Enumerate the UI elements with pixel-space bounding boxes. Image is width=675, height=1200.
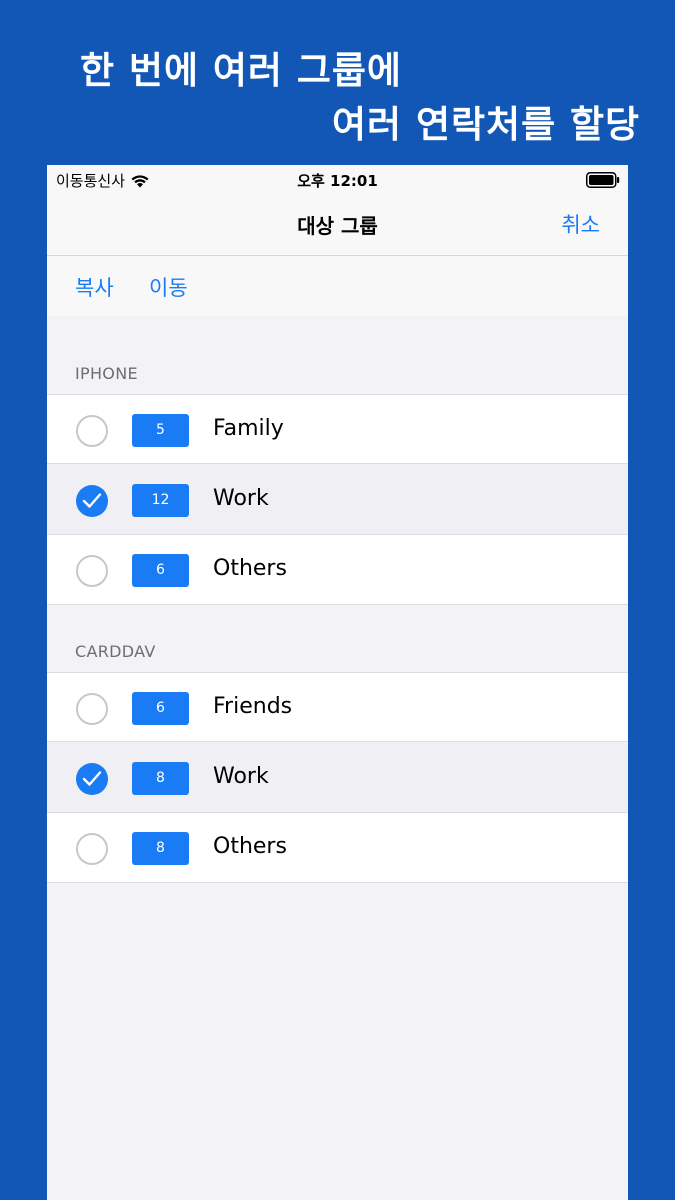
page-title: 대상 그룹 <box>297 214 378 238</box>
group-name: Family <box>213 416 284 441</box>
group-name: Others <box>213 834 287 859</box>
group-row-work[interactable]: 8 Work <box>47 743 628 813</box>
move-button[interactable]: 이동 <box>149 272 188 302</box>
phone-screen: 이동통신사 오후 12:01 대상 그룹 취소 복사 이동 IPHONE 5 F… <box>47 165 628 1200</box>
navigation-bar: 대상 그룹 취소 <box>47 195 628 256</box>
group-row-family[interactable]: 5 Family <box>47 394 628 464</box>
count-badge: 8 <box>132 762 189 795</box>
group-row-friends[interactable]: 6 Friends <box>47 672 628 742</box>
group-name: Friends <box>213 694 293 719</box>
radio-checked-icon[interactable] <box>76 763 108 795</box>
group-row-others[interactable]: 8 Others <box>47 813 628 883</box>
battery-icon <box>586 172 620 188</box>
count-badge: 8 <box>132 832 189 865</box>
copy-button[interactable]: 복사 <box>75 272 114 302</box>
status-bar: 이동통신사 오후 12:01 <box>47 165 628 195</box>
group-name: Work <box>213 486 269 511</box>
group-name: Others <box>213 556 287 581</box>
group-row-others[interactable]: 6 Others <box>47 535 628 605</box>
count-badge: 6 <box>132 554 189 587</box>
section-header-carddav: CARDDAV <box>75 642 156 661</box>
cancel-button[interactable]: 취소 <box>561 209 600 239</box>
action-toolbar: 복사 이동 <box>47 256 628 316</box>
radio-unchecked-icon[interactable] <box>76 833 108 865</box>
count-badge: 5 <box>132 414 189 447</box>
group-row-work[interactable]: 12 Work <box>47 465 628 535</box>
radio-unchecked-icon[interactable] <box>76 555 108 587</box>
radio-unchecked-icon[interactable] <box>76 415 108 447</box>
radio-checked-icon[interactable] <box>76 485 108 517</box>
clock: 오후 12:01 <box>297 172 378 190</box>
headline-line-1: 한 번에 여러 그룹에 <box>80 49 402 92</box>
radio-unchecked-icon[interactable] <box>76 693 108 725</box>
section-header-iphone: IPHONE <box>75 364 138 383</box>
count-badge: 12 <box>132 484 189 517</box>
promo-headline: 한 번에 여러 그룹에 여러 연락처를 할당 <box>0 0 675 165</box>
headline-line-2: 여러 연락처를 할당 <box>332 103 641 146</box>
count-badge: 6 <box>132 692 189 725</box>
group-name: Work <box>213 764 269 789</box>
